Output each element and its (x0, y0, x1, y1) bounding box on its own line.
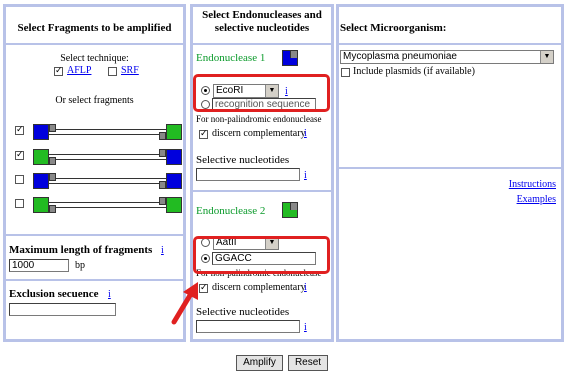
fragment-2-checkbox[interactable]: ✓ (15, 151, 24, 160)
fragment-3-right-site (166, 173, 182, 189)
fragments-panel-title: Select Fragments to be amplified (17, 22, 172, 34)
endonuclease-2-highlight-box (193, 236, 330, 274)
endonuclease-2-label: Endonuclease 2 (196, 205, 266, 217)
fragment-4-right-site (166, 197, 182, 213)
endonuclease-1-icon (282, 50, 298, 66)
fragment-1-diagram (33, 124, 182, 140)
endonuclease-2-discern-label: discern complementary (212, 282, 306, 293)
exclusion-label: Exclusion secuence (9, 288, 99, 300)
exclusion-info-icon[interactable]: i (108, 289, 111, 300)
exclusion-input[interactable] (9, 303, 116, 316)
aflp-link[interactable]: AFLP (67, 65, 91, 76)
fragment-4-left-site (33, 197, 49, 213)
examples-link[interactable]: Examples (517, 194, 556, 205)
max-length-divider (6, 279, 183, 281)
endonuclease-2-icon (282, 202, 298, 218)
fragment-4-checkbox[interactable] (15, 199, 24, 208)
endonuclease-1-discern-info-icon[interactable]: i (304, 128, 307, 139)
microorganism-title-divider (339, 43, 561, 45)
include-plasmids-label: Include plasmids (if available) (353, 66, 475, 77)
endonuclease-panel-title-1: Select Endonucleases and (202, 9, 322, 21)
endonuclease-1-nonpal-note: For non-palindromic endonuclease (196, 114, 322, 124)
endonuclease-title-divider (193, 43, 331, 45)
fragment-2-right-site (166, 149, 182, 165)
endonuclease-2-discern-info-icon[interactable]: i (304, 282, 307, 293)
fragments-bottom-divider (6, 234, 183, 236)
microorganism-panel-title: Select Microorganism: (340, 22, 447, 34)
endonuclease-1-selective-input[interactable] (196, 168, 300, 181)
endonuclease-1-discern-label: discern complementary (212, 128, 306, 139)
pointer-arrow-icon (171, 282, 198, 325)
max-length-label: Maximum length of fragments (9, 244, 153, 256)
fragment-1-checkbox[interactable]: ✓ (15, 126, 24, 135)
or-select-label: Or select fragments (55, 95, 134, 106)
endonuclease-2-selective-info-icon[interactable]: i (304, 322, 307, 333)
microorganism-select[interactable]: Mycoplasma pneumoniae ▼ (340, 50, 554, 64)
endonuclease-1-label: Endonuclease 1 (196, 52, 266, 64)
endonuclease-panel-title-2: selective nucleotides (214, 22, 310, 34)
max-length-unit: bp (75, 260, 85, 271)
fragment-1-right-site (166, 124, 182, 140)
endonuclease-2-selective-label: Selective nucleotides (196, 306, 290, 318)
endonuclease-mid-divider (193, 190, 331, 192)
aflp-checkbox[interactable]: ✓ (54, 67, 63, 76)
fragment-3-checkbox[interactable] (15, 175, 24, 184)
endonuclease-2-selective-input[interactable] (196, 320, 300, 333)
fragment-3-diagram (33, 173, 182, 189)
endonuclease-1-selective-label: Selective nucleotides (196, 154, 290, 166)
reset-button[interactable]: Reset (288, 355, 328, 371)
fragments-title-divider (6, 43, 183, 45)
fragment-3-left-site (33, 173, 49, 189)
max-length-info-icon[interactable]: i (161, 245, 164, 256)
max-length-input[interactable]: 1000 (9, 259, 69, 272)
microorganism-mid-divider (339, 167, 561, 169)
endonuclease-1-discern-checkbox[interactable]: ✓ (199, 130, 208, 139)
srf-link[interactable]: SRF (121, 65, 139, 76)
technique-label: Select technique: (60, 53, 129, 64)
fragment-2-diagram (33, 149, 182, 165)
fragment-1-left-site (33, 124, 49, 140)
instructions-link[interactable]: Instructions (509, 179, 556, 190)
amplify-button[interactable]: Amplify (236, 355, 283, 371)
srf-checkbox[interactable] (108, 67, 117, 76)
include-plasmids-checkbox[interactable] (341, 68, 350, 77)
endonuclease-1-selective-info-icon[interactable]: i (304, 170, 307, 181)
fragment-4-diagram (33, 197, 182, 213)
endonuclease-1-highlight-box (193, 74, 330, 112)
fragment-2-left-site (33, 149, 49, 165)
